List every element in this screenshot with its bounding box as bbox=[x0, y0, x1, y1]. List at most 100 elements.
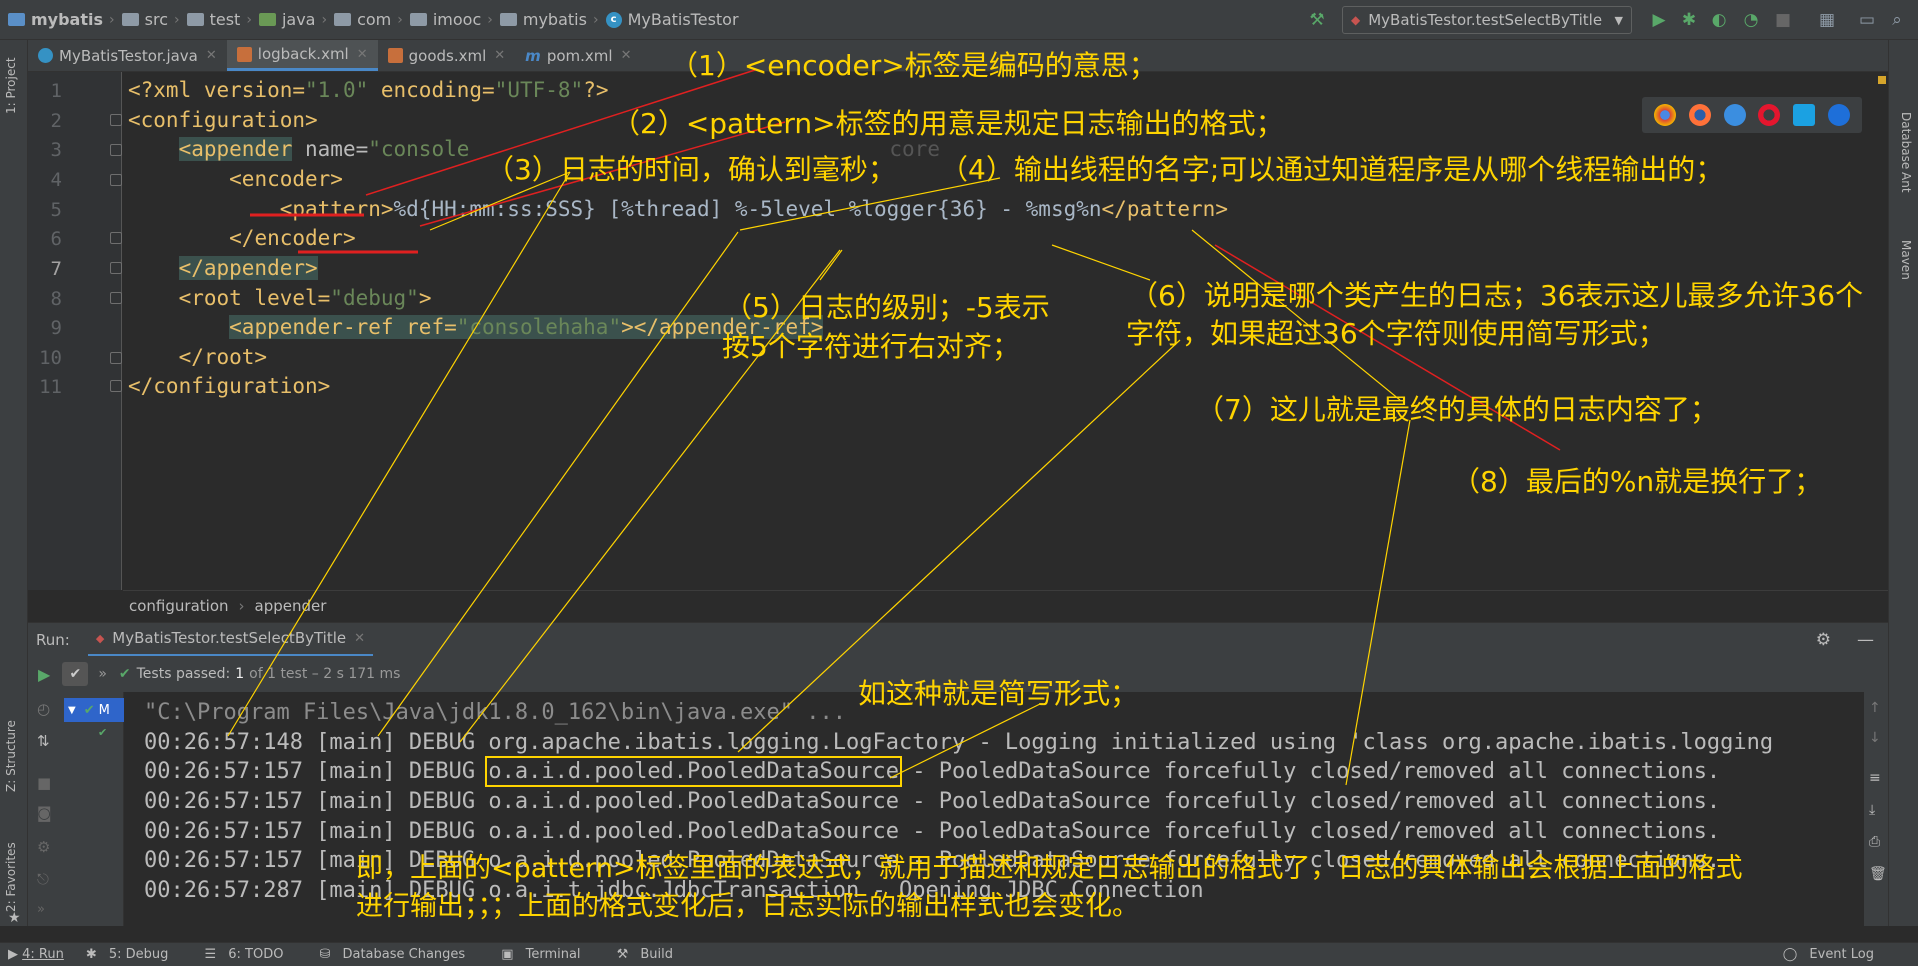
code-line-4: <encoder> bbox=[229, 167, 343, 191]
coverage-icon[interactable]: ◐ bbox=[1708, 9, 1730, 31]
profile-icon[interactable]: ◔ bbox=[1740, 9, 1762, 31]
console-line: 00:26:57:157 [main] DEBUG o.a.i.d.pooled… bbox=[144, 789, 1721, 814]
history-icon[interactable]: ◴ bbox=[37, 700, 50, 718]
passed-check-icon: ✔ bbox=[118, 666, 131, 682]
tab-goods-xml[interactable]: goods.xml ✕ bbox=[378, 40, 516, 71]
annotation-newline: （8）最后的%n就是换行了； bbox=[1452, 465, 1823, 498]
run-side-toolbar: ◴ ⇅ ■ ◙ ⚙ ⎋ » bbox=[28, 692, 64, 926]
sort-icon[interactable]: ⇅ bbox=[37, 732, 50, 750]
fold-marker[interactable] bbox=[110, 232, 122, 244]
fold-marker[interactable] bbox=[110, 380, 122, 392]
close-icon[interactable]: ✕ bbox=[357, 47, 368, 62]
passed-check-icon: ✔ bbox=[98, 726, 108, 739]
test-tree-root[interactable]: ▼ ✔ M bbox=[64, 698, 124, 722]
crumb-imooc[interactable]: imooc bbox=[409, 10, 481, 29]
exit-icon[interactable]: ⎋ bbox=[37, 870, 49, 888]
minimize-icon[interactable]: — bbox=[1857, 630, 1874, 650]
stop-icon[interactable]: ■ bbox=[1772, 9, 1794, 31]
settings-gear-icon[interactable]: ⚙ bbox=[1816, 630, 1831, 650]
breadcrumb-configuration[interactable]: configuration bbox=[129, 597, 229, 615]
line-number: 10 bbox=[39, 347, 62, 369]
run-configuration-select[interactable]: ◆ MyBatisTestor.testSelectByTitle ▼ bbox=[1342, 6, 1632, 34]
chrome-icon[interactable] bbox=[1654, 104, 1677, 126]
maven-tool-button[interactable]: Maven bbox=[1899, 240, 1913, 280]
crumb-project[interactable]: mybatis bbox=[8, 10, 103, 29]
debug-icon[interactable]: ✱ bbox=[1678, 9, 1700, 31]
close-icon[interactable]: ✕ bbox=[206, 48, 217, 63]
annotation-abbrev: 如这种就是简写形式； bbox=[858, 677, 1139, 710]
todo-tool-button[interactable]: ☰ 6: TODO bbox=[204, 947, 297, 962]
event-log-button[interactable]: ◯ Event Log bbox=[1783, 947, 1888, 962]
folder-icon bbox=[258, 13, 276, 26]
favorites-tool-button[interactable]: 2: Favorites bbox=[4, 842, 18, 912]
code-line-2: <configuration> bbox=[128, 108, 318, 132]
terminal-button[interactable]: ▣ Terminal bbox=[501, 947, 594, 962]
crumb-mybatis[interactable]: mybatis bbox=[499, 10, 587, 29]
annotation-logger-2: 字符，如果超过36个字符则使用简写形式； bbox=[1126, 317, 1666, 350]
soft-wrap-icon[interactable]: ≡ bbox=[1869, 770, 1881, 786]
fold-marker[interactable] bbox=[110, 114, 122, 126]
ant-tool-button[interactable]: Ant bbox=[1899, 172, 1913, 193]
tests-status-label: Tests passed: bbox=[136, 666, 231, 682]
fold-marker[interactable] bbox=[110, 262, 122, 274]
settings-icon[interactable]: ⚙ bbox=[37, 838, 50, 856]
build-hammer-icon[interactable]: ⚒ bbox=[1306, 9, 1328, 31]
crumb-class[interactable]: c MyBatisTestor bbox=[605, 10, 739, 29]
rerun-icon[interactable]: ▶ bbox=[38, 665, 50, 684]
layout-icon[interactable]: ▭ bbox=[1856, 9, 1878, 31]
run-icon[interactable]: ▶ bbox=[1648, 9, 1670, 31]
firefox-icon[interactable] bbox=[1688, 104, 1711, 126]
print-icon[interactable]: ⎙ bbox=[1869, 834, 1880, 850]
line-number-gutter: 1 2 3 4 5 6 7 8 9 10 11 bbox=[28, 72, 122, 590]
fold-marker[interactable] bbox=[110, 352, 122, 364]
console-line: "C:\Program Files\Java\jdk1.8.0_162\bin\… bbox=[144, 700, 846, 725]
chevron-down-icon: ▼ bbox=[68, 704, 76, 716]
code-line-6: </encoder> bbox=[229, 226, 356, 250]
crumb-com[interactable]: com bbox=[334, 10, 391, 29]
passed-check-icon: ✔ bbox=[83, 702, 95, 718]
safari-icon[interactable] bbox=[1723, 104, 1746, 126]
editor-scrollbar[interactable] bbox=[1876, 72, 1888, 590]
project-structure-icon[interactable]: ▦ bbox=[1816, 9, 1838, 31]
project-tool-button[interactable]: 1: Project bbox=[4, 57, 18, 114]
opera-icon[interactable] bbox=[1758, 104, 1781, 126]
arrow-up-icon[interactable]: ↑ bbox=[1869, 700, 1881, 716]
close-icon[interactable]: ✕ bbox=[354, 631, 365, 646]
breadcrumb-appender[interactable]: appender bbox=[255, 597, 327, 615]
stop-icon[interactable]: ■ bbox=[37, 774, 51, 792]
crumb-test[interactable]: test bbox=[186, 10, 240, 29]
line-number: 2 bbox=[50, 110, 62, 132]
camera-icon[interactable]: ◙ bbox=[37, 804, 52, 822]
fold-marker[interactable] bbox=[110, 174, 122, 186]
build-button[interactable]: ⚒ Build bbox=[617, 947, 687, 962]
trash-icon[interactable]: 🗑 bbox=[1869, 866, 1887, 882]
scroll-to-end-icon[interactable]: ⤓ bbox=[1869, 802, 1875, 818]
fold-marker[interactable] bbox=[110, 144, 122, 156]
show-passed-icon[interactable]: ✔ bbox=[62, 662, 89, 686]
search-icon[interactable]: ⌕ bbox=[1886, 9, 1908, 31]
run-tool-button[interactable]: ▶ 4: Run bbox=[8, 947, 64, 962]
structure-tool-button[interactable]: Z: Structure bbox=[4, 720, 18, 792]
crumb-src[interactable]: src bbox=[121, 10, 168, 29]
code-line-9: <appender-ref ref="consolehaha"></append… bbox=[229, 315, 824, 339]
crumb-java[interactable]: java bbox=[258, 10, 315, 29]
left-tool-strip: 1: Project Z: Structure 2: Favorites ★ bbox=[0, 40, 28, 926]
more-icon[interactable]: » bbox=[37, 902, 45, 917]
arrow-down-icon[interactable]: ↓ bbox=[1869, 730, 1881, 746]
line-number: 4 bbox=[50, 169, 62, 191]
edge-icon[interactable] bbox=[1827, 104, 1850, 126]
tab-mybatistestor-java[interactable]: MyBatisTestor.java ✕ bbox=[28, 40, 227, 71]
tab-pom-xml[interactable]: m pom.xml ✕ bbox=[515, 40, 641, 71]
folder-icon bbox=[186, 13, 204, 26]
expand-icon[interactable]: » bbox=[98, 666, 107, 682]
debug-tool-button[interactable]: ✱ 5: Debug bbox=[86, 947, 183, 962]
fold-marker[interactable] bbox=[110, 292, 122, 304]
database-tool-button[interactable]: Database bbox=[1899, 112, 1913, 169]
tab-logback-xml[interactable]: logback.xml ✕ bbox=[226, 40, 378, 71]
run-label: Run: bbox=[36, 630, 70, 649]
close-icon[interactable]: ✕ bbox=[621, 48, 632, 63]
ie-icon[interactable] bbox=[1792, 104, 1815, 126]
database-changes-button[interactable]: ⛁ Database Changes bbox=[319, 947, 479, 962]
run-tab[interactable]: ◆ MyBatisTestor.testSelectByTitle ✕ bbox=[87, 623, 374, 657]
close-icon[interactable]: ✕ bbox=[494, 48, 505, 63]
